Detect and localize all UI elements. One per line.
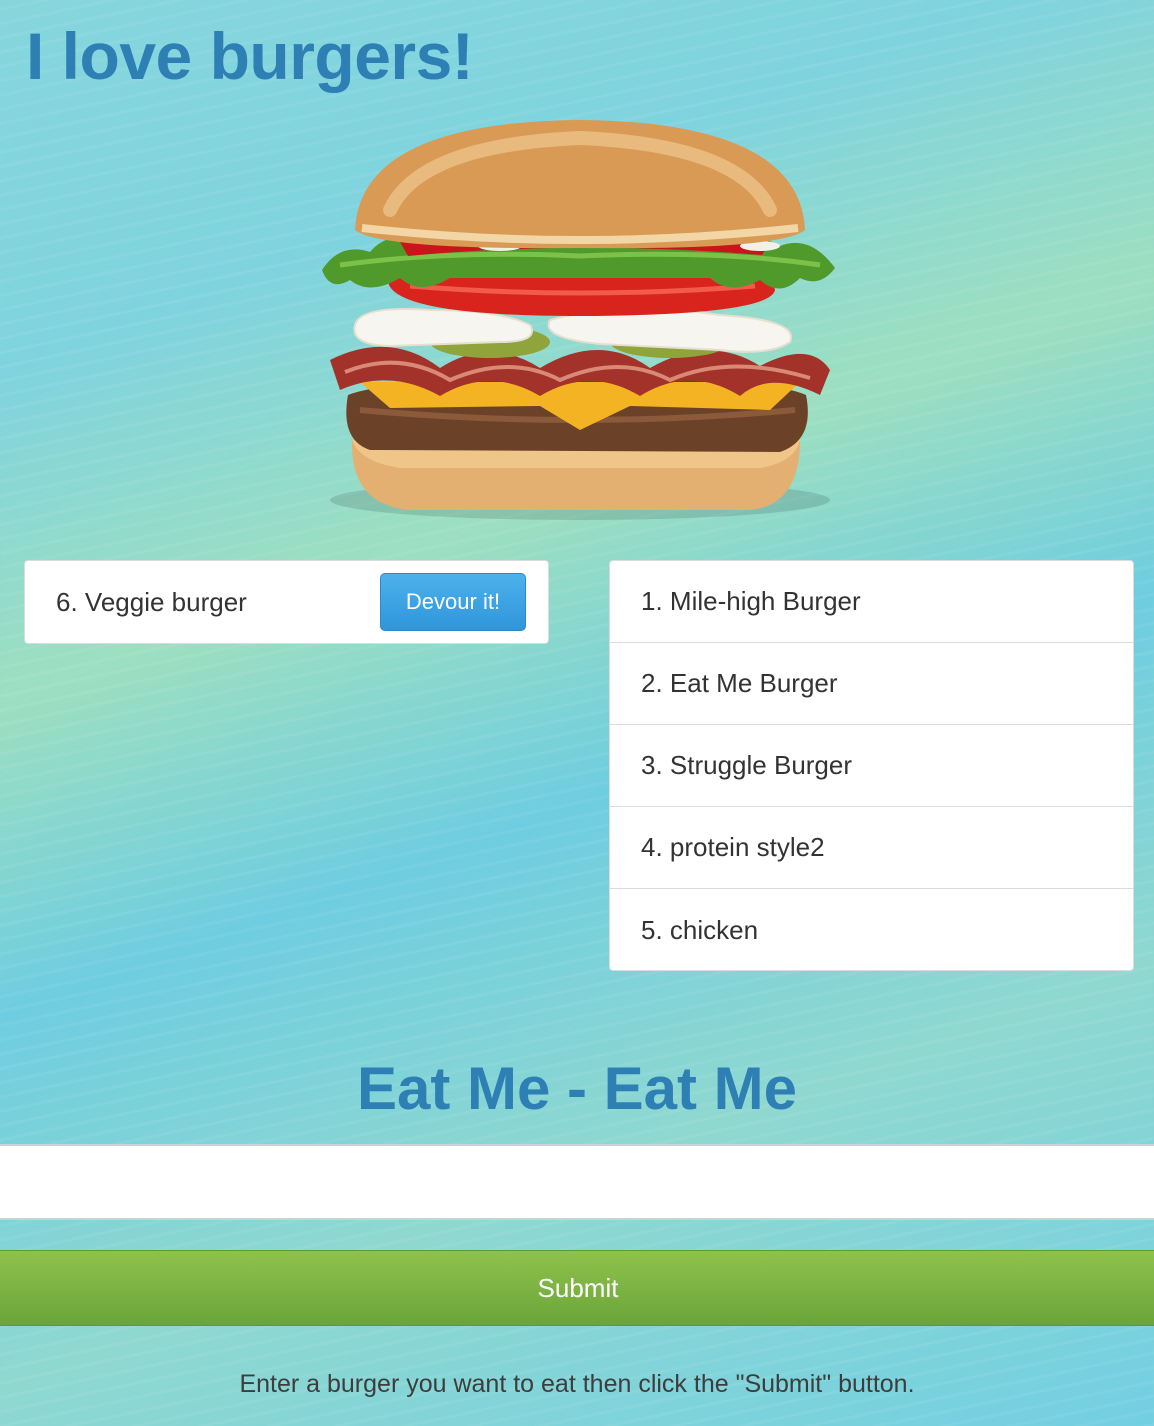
burger-name: 5. chicken <box>641 914 759 945</box>
burger-name: 3. Struggle Burger <box>641 750 853 780</box>
burger-name: 4. protein style2 <box>641 832 825 862</box>
list-item: 4. protein style2 <box>610 807 1133 889</box>
devoured-burger-list: 1. Mile-high Burger 2. Eat Me Burger 3. … <box>609 560 1134 971</box>
page-title: I love burgers! <box>26 19 474 93</box>
burger-name: 1. Mile-high Burger <box>641 586 861 616</box>
uneaten-burger-list: 6. Veggie burger Devour it! <box>24 560 549 644</box>
form-heading: Eat Me - Eat Me <box>356 1055 798 1122</box>
burger-name-input[interactable] <box>0 1144 1154 1220</box>
list-item: 6. Veggie burger Devour it! <box>25 561 548 643</box>
burger-image <box>322 120 835 520</box>
devour-button[interactable]: Devour it! <box>380 573 526 631</box>
list-item: 1. Mile-high Burger <box>610 561 1133 643</box>
list-item: 3. Struggle Burger <box>610 725 1133 807</box>
burger-name: 6. Veggie burger <box>56 586 247 617</box>
instructions-text: Enter a burger you want to eat then clic… <box>239 1370 915 1398</box>
list-item: 5. chicken <box>610 889 1133 971</box>
list-item: 2. Eat Me Burger <box>610 643 1133 725</box>
burger-name: 2. Eat Me Burger <box>641 668 838 698</box>
submit-button[interactable]: Submit <box>0 1250 1154 1326</box>
